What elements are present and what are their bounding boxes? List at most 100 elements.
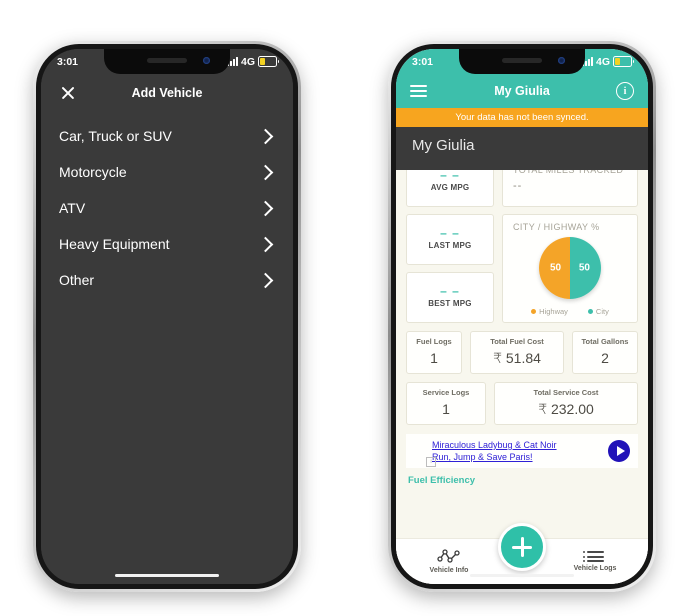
sync-status-banner: Your data has not been synced. — [396, 108, 648, 127]
card-last-mpg[interactable]: – – LAST MPG — [406, 214, 494, 265]
card-best-mpg[interactable]: – – BEST MPG — [406, 272, 494, 323]
close-icon[interactable] — [59, 84, 77, 102]
status-time: 3:01 — [57, 55, 79, 68]
notch-right — [459, 49, 585, 74]
notch-left — [104, 49, 230, 74]
chart-legend: Highway City — [513, 307, 627, 316]
ad-headline[interactable]: Miraculous Ladybug & Cat Noir — [432, 439, 557, 451]
pie-chart: 50 50 — [539, 237, 601, 299]
line-chart-icon — [437, 549, 460, 563]
best-mpg-value: – – — [440, 283, 460, 298]
card-city-highway-chart[interactable]: CITY / HIGHWAY % 50 50 Highway City — [502, 214, 638, 323]
list-item-label: ATV — [59, 200, 86, 216]
info-icon[interactable]: i — [616, 82, 634, 100]
list-item-motorcycle[interactable]: Motorcycle — [41, 154, 293, 190]
phone-left-screen: 3:01 4G Add Vehicle Car, Truck or SUV Mo… — [41, 49, 293, 584]
list-item-other[interactable]: Other — [41, 262, 293, 298]
service-logs-label: Service Logs — [422, 388, 470, 397]
pie-slice-label-highway: 50 — [550, 262, 562, 274]
front-camera-icon — [558, 57, 565, 64]
metrics-column: TOTAL MILES TRACKED -- CITY / HIGHWAY % … — [502, 170, 638, 323]
total-miles-value: -- — [513, 180, 523, 192]
card-service-logs[interactable]: Service Logs 1 — [406, 382, 486, 425]
list-item-heavy-equipment[interactable]: Heavy Equipment — [41, 226, 293, 262]
page-title: My Giulia — [412, 137, 475, 154]
phone-right: 3:01 4G My Giulia i Your data has not be… — [388, 41, 656, 592]
app-bar-title: My Giulia — [494, 84, 550, 98]
status-indicators: 4G — [581, 55, 634, 68]
vehicle-title-section: My Giulia — [396, 127, 648, 170]
phone-right-bezel: 3:01 4G My Giulia i Your data has not be… — [391, 44, 653, 589]
phone-right-screen: 3:01 4G My Giulia i Your data has not be… — [396, 49, 648, 584]
list-item-label: Car, Truck or SUV — [59, 128, 172, 144]
card-total-miles-tracked[interactable]: TOTAL MILES TRACKED -- — [502, 170, 638, 207]
total-fuel-cost-label: Total Fuel Cost — [490, 337, 544, 346]
legend-label-highway: Highway — [539, 307, 568, 316]
fuel-stats-row: Fuel Logs 1 Total Fuel Cost ₹ 51.84 Tota… — [406, 331, 638, 374]
service-stats-row: Service Logs 1 Total Service Cost ₹ 232.… — [406, 382, 638, 425]
card-avg-mpg[interactable]: – – AVG MPG — [406, 170, 494, 207]
app-bar: My Giulia i — [396, 74, 648, 108]
nav-label-vehicle-info: Vehicle Info — [429, 567, 469, 574]
pie-slice-label-city: 50 — [578, 262, 590, 274]
nav-item-vehicle-logs[interactable]: Vehicle Logs — [564, 551, 626, 572]
network-label: 4G — [240, 55, 255, 68]
play-button-icon[interactable] — [608, 440, 630, 462]
total-fuel-cost-value: ₹ 51.84 — [493, 350, 541, 366]
avg-mpg-value: – – — [440, 170, 460, 182]
advertisement-banner[interactable]: Miraculous Ladybug & Cat Noir Run, Jump … — [406, 434, 638, 468]
earpiece-speaker-icon — [502, 58, 542, 63]
avg-mpg-label: AVG MPG — [430, 182, 470, 192]
list-icon — [582, 551, 604, 562]
ad-subline[interactable]: Run, Jump & Save Paris! — [432, 451, 557, 463]
list-item-label: Heavy Equipment — [59, 236, 170, 252]
fuel-logs-label: Fuel Logs — [416, 337, 452, 346]
adchoices-icon[interactable]: i — [426, 457, 436, 467]
add-button-fab[interactable] — [498, 523, 546, 571]
vehicle-type-list: Car, Truck or SUV Motorcycle ATV Heavy E… — [41, 118, 293, 298]
service-logs-value: 1 — [442, 401, 450, 417]
total-service-cost-value: ₹ 232.00 — [538, 401, 594, 417]
list-item-label: Motorcycle — [59, 164, 127, 180]
list-item-label: Other — [59, 272, 95, 288]
phone-left: 3:01 4G Add Vehicle Car, Truck or SUV Mo… — [33, 41, 301, 592]
fuel-logs-value: 1 — [430, 350, 438, 366]
chevron-right-icon — [257, 200, 274, 216]
total-service-cost-label: Total Service Cost — [533, 388, 599, 397]
dashboard-screen: 3:01 4G My Giulia i Your data has not be… — [396, 49, 648, 584]
front-camera-icon — [203, 57, 210, 64]
pie-chart-area: 50 50 — [513, 232, 627, 304]
legend-swatch-highway — [531, 309, 537, 314]
last-mpg-value: – – — [440, 225, 460, 240]
home-indicator-right[interactable] — [470, 573, 574, 577]
phone-left-bezel: 3:01 4G Add Vehicle Car, Truck or SUV Mo… — [36, 44, 298, 589]
dashboard-body: – – AVG MPG – – LAST MPG – – BEST MPG TO… — [396, 170, 648, 584]
nav-label-vehicle-logs: Vehicle Logs — [573, 565, 617, 572]
add-vehicle-header: Add Vehicle — [41, 74, 293, 112]
status-time: 3:01 — [412, 55, 434, 68]
card-total-service-cost[interactable]: Total Service Cost ₹ 232.00 — [494, 382, 638, 425]
network-label: 4G — [595, 55, 610, 68]
last-mpg-label: LAST MPG — [428, 240, 472, 250]
chart-title: CITY / HIGHWAY % — [513, 222, 600, 232]
list-item-car-truck-suv[interactable]: Car, Truck or SUV — [41, 118, 293, 154]
card-total-fuel-cost[interactable]: Total Fuel Cost ₹ 51.84 — [470, 331, 564, 374]
hamburger-menu-icon[interactable] — [410, 84, 427, 98]
status-indicators: 4G — [226, 55, 279, 68]
mpg-column: – – AVG MPG – – LAST MPG – – BEST MPG — [406, 170, 494, 323]
total-miles-label: TOTAL MILES TRACKED — [513, 170, 624, 175]
legend-swatch-city — [587, 309, 593, 314]
chevron-right-icon — [257, 236, 274, 252]
page-title: Add Vehicle — [131, 86, 203, 100]
home-indicator-left[interactable] — [115, 573, 219, 577]
add-vehicle-screen: 3:01 4G Add Vehicle Car, Truck or SUV Mo… — [41, 49, 293, 584]
list-item-atv[interactable]: ATV — [41, 190, 293, 226]
summary-grid: – – AVG MPG – – LAST MPG – – BEST MPG TO… — [406, 170, 638, 323]
card-total-gallons[interactable]: Total Gallons 2 — [572, 331, 638, 374]
legend-label-city: City — [595, 307, 609, 316]
card-fuel-logs[interactable]: Fuel Logs 1 — [406, 331, 462, 374]
chevron-right-icon — [257, 128, 274, 144]
bottom-navigation: Vehicle Info Vehicle Logs — [396, 523, 648, 584]
chevron-right-icon — [257, 272, 274, 288]
nav-item-vehicle-info[interactable]: Vehicle Info — [418, 549, 480, 574]
